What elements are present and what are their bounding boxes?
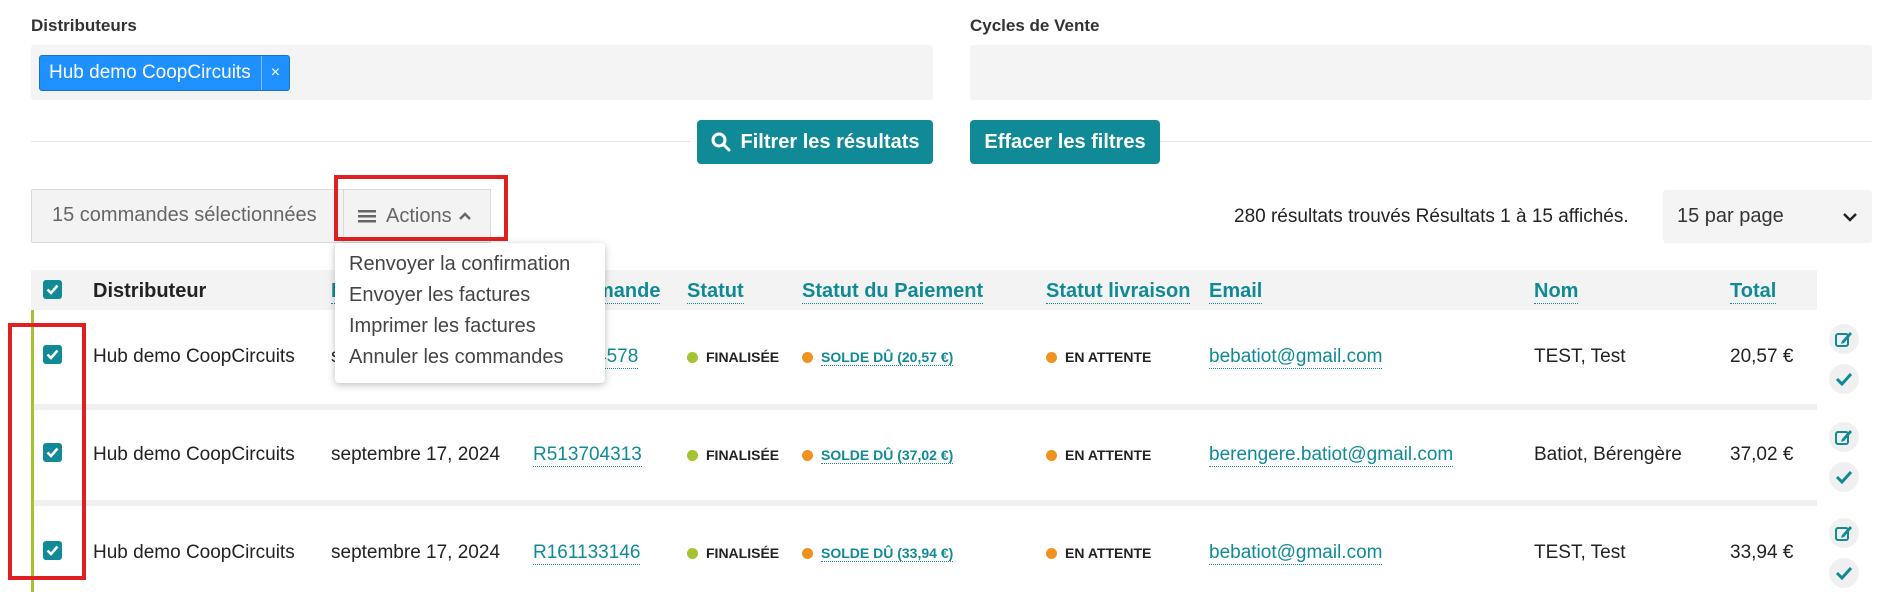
row-status: FINALISÉE xyxy=(687,349,779,365)
row-delivery-status: EN ATTENTE xyxy=(1046,545,1151,561)
distributors-label: Distributeurs xyxy=(31,16,137,35)
row-total: 37,02 € xyxy=(1730,444,1794,465)
header-name[interactable]: Nom xyxy=(1534,280,1579,304)
header-delivery-status[interactable]: Statut livraison xyxy=(1046,280,1191,304)
header-email[interactable]: Email xyxy=(1209,280,1263,304)
per-page-select[interactable]: 15 par page xyxy=(1663,190,1872,243)
divider-right xyxy=(1160,141,1872,142)
edit-icon[interactable] xyxy=(1829,422,1859,452)
row-name: TEST, Test xyxy=(1534,542,1626,563)
status-dot-icon xyxy=(687,449,698,461)
menu-item-send-invoices[interactable]: Envoyer les factures xyxy=(335,280,605,311)
distributor-chip: Hub demo CoopCircuits × xyxy=(39,55,291,91)
row-delivery-status: EN ATTENTE xyxy=(1046,447,1151,463)
row-payment-label[interactable]: SOLDE DÛ (37,02 €) xyxy=(821,447,954,464)
row-email[interactable]: bebatiot@gmail.com xyxy=(1209,346,1383,369)
confirm-check-icon[interactable] xyxy=(1829,558,1859,588)
row-date: septembre 17, 2024 xyxy=(331,444,501,465)
edit-icon[interactable] xyxy=(1829,324,1859,354)
header-order-number[interactable]: mande xyxy=(596,280,661,304)
header-status[interactable]: Statut xyxy=(687,280,744,304)
row-distributor: Hub demo CoopCircuits xyxy=(93,444,295,465)
row-payment-label[interactable]: SOLDE DÛ (20,57 €) xyxy=(821,349,954,366)
row-delivery-label: EN ATTENTE xyxy=(1065,349,1152,365)
chip-remove-icon[interactable]: × xyxy=(260,56,289,90)
row-distributor: Hub demo CoopCircuits xyxy=(93,542,295,563)
cycles-label: Cycles de Vente xyxy=(970,16,1100,35)
row-distributor: Hub demo CoopCircuits xyxy=(93,346,295,367)
payment-dot-icon xyxy=(802,450,813,461)
confirm-check-icon[interactable] xyxy=(1829,462,1859,492)
header-total[interactable]: Total xyxy=(1730,280,1777,304)
results-summary: 280 résultats trouvés Résultats 1 à 15 a… xyxy=(1234,206,1629,227)
delivery-dot-icon xyxy=(1046,449,1057,461)
row-email[interactable]: berengere.batiot@gmail.com xyxy=(1209,444,1454,467)
row-payment-status[interactable]: SOLDE DÛ (20,57 €) xyxy=(802,349,954,366)
checkbox-highlight xyxy=(8,323,86,580)
row-total: 20,57 € xyxy=(1730,346,1794,367)
select-all-checkbox[interactable] xyxy=(43,280,62,299)
clear-filters-button[interactable]: Effacer les filtres xyxy=(970,120,1160,164)
distributors-select[interactable]: Hub demo CoopCircuits × xyxy=(31,45,933,100)
menu-item-cancel-orders[interactable]: Annuler les commandes xyxy=(335,342,605,373)
row-order-number[interactable]: R161133146 xyxy=(533,542,641,565)
distributor-chip-label: Hub demo CoopCircuits xyxy=(49,62,251,83)
divider-left xyxy=(31,141,691,142)
per-page-value: 15 par page xyxy=(1677,205,1784,227)
delivery-dot-icon xyxy=(1046,547,1057,559)
check-icon xyxy=(46,284,59,295)
row-name: TEST, Test xyxy=(1534,346,1626,367)
actions-dropdown-menu: Renvoyer la confirmation Envoyer les fac… xyxy=(335,243,605,383)
row-delivery-label: EN ATTENTE xyxy=(1065,545,1152,561)
selection-count: 15 commandes sélectionnées xyxy=(52,204,317,226)
row-name: Batiot, Bérengère xyxy=(1534,444,1682,465)
row-status: FINALISÉE xyxy=(687,545,779,561)
row-status-label: FINALISÉE xyxy=(706,545,780,561)
row-status-label: FINALISÉE xyxy=(706,447,780,463)
actions-highlight xyxy=(334,175,508,241)
search-icon xyxy=(711,132,731,152)
row-payment-status[interactable]: SOLDE DÛ (37,02 €) xyxy=(802,447,954,464)
filter-results-button[interactable]: Filtrer les résultats xyxy=(697,120,933,164)
row-payment-status[interactable]: SOLDE DÛ (33,94 €) xyxy=(802,545,954,562)
payment-dot-icon xyxy=(802,548,813,559)
status-dot-icon xyxy=(687,351,698,363)
row-date: septembre 17, 2024 xyxy=(331,542,501,563)
row-status: FINALISÉE xyxy=(687,447,779,463)
cycles-select[interactable] xyxy=(970,45,1872,100)
header-distributor: Distributeur xyxy=(93,280,207,302)
menu-item-resend-confirmation[interactable]: Renvoyer la confirmation xyxy=(335,249,605,280)
clear-filters-label: Effacer les filtres xyxy=(984,130,1146,153)
edit-icon[interactable] xyxy=(1829,518,1859,548)
chevron-down-icon xyxy=(1843,212,1857,222)
row-order-number[interactable]: R513704313 xyxy=(533,444,642,467)
row-delivery-status: EN ATTENTE xyxy=(1046,349,1151,365)
row-delivery-label: EN ATTENTE xyxy=(1065,447,1152,463)
menu-item-print-invoices[interactable]: Imprimer les factures xyxy=(335,311,605,342)
status-dot-icon xyxy=(687,547,698,559)
row-status-label: FINALISÉE xyxy=(706,349,780,365)
delivery-dot-icon xyxy=(1046,351,1057,363)
header-payment-status[interactable]: Statut du Paiement xyxy=(802,280,984,304)
row-total: 33,94 € xyxy=(1730,542,1794,563)
filter-results-label: Filtrer les résultats xyxy=(740,130,920,153)
row-email[interactable]: bebatiot@gmail.com xyxy=(1209,542,1383,565)
payment-dot-icon xyxy=(802,352,813,363)
row-payment-label[interactable]: SOLDE DÛ (33,94 €) xyxy=(821,545,954,562)
confirm-check-icon[interactable] xyxy=(1829,364,1859,394)
